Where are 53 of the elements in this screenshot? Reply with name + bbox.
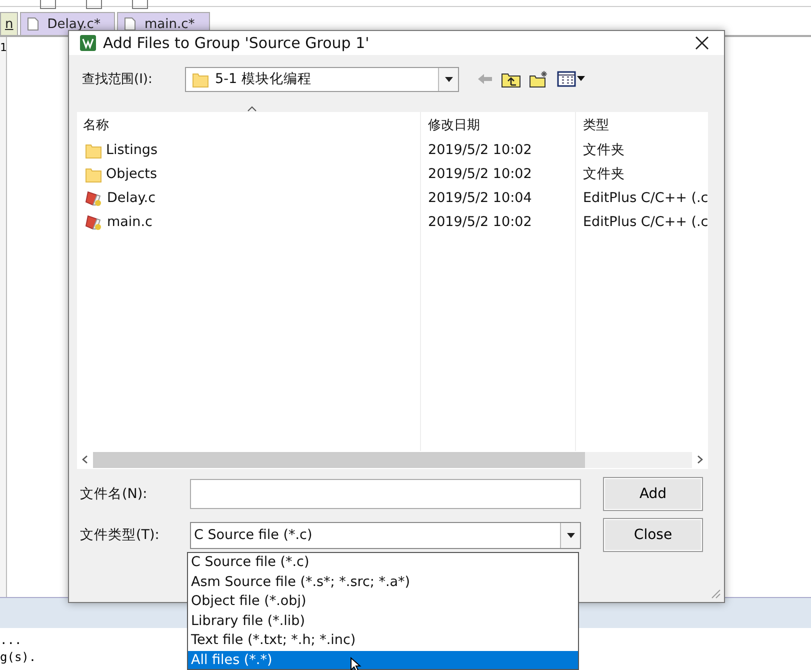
caret-icon — [444, 76, 452, 82]
document-icon — [27, 17, 40, 31]
app-icon — [79, 34, 97, 52]
file-name: Delay.c — [107, 190, 156, 206]
file-date: 2019/5/2 10:02 — [428, 166, 532, 182]
file-date: 2019/5/2 10:04 — [428, 190, 532, 206]
file-date: 2019/5/2 10:02 — [428, 142, 532, 158]
view-menu-icon[interactable] — [557, 71, 585, 87]
output-line: g(s). — [0, 650, 36, 664]
file-name: Objects — [106, 166, 158, 182]
scroll-right-icon[interactable] — [697, 454, 703, 464]
output-line: ... — [0, 633, 22, 647]
file-name: Listings — [106, 142, 158, 158]
file-row[interactable]: Listings 2019/5/2 10:02 文件夹 — [77, 138, 708, 162]
scroll-left-icon[interactable] — [82, 454, 88, 464]
dropdown-option[interactable]: Asm Source file (*.s*; *.src; *.a*) — [188, 572, 578, 592]
caret-icon — [566, 532, 574, 538]
folder-icon — [85, 166, 102, 182]
look-in-label: 查找范围(I): — [82, 71, 154, 88]
new-folder-icon[interactable] — [529, 70, 549, 88]
file-row[interactable]: main.c 2019/5/2 10:02 EditPlus C/C++ (.c — [77, 210, 708, 234]
source-file-icon — [85, 190, 103, 206]
folder-icon — [85, 142, 102, 158]
file-name-field[interactable] — [190, 479, 581, 509]
look-in-dropdown[interactable]: 5-1 模块化编程 — [185, 66, 459, 92]
dropdown-option[interactable]: Object file (*.obj) — [188, 592, 578, 612]
file-type: 文件夹 — [583, 142, 625, 158]
up-folder-icon[interactable] — [501, 70, 521, 88]
dialog-title: Add Files to Group 'Source Group 1' — [103, 34, 370, 52]
file-type-label: 文件类型(T): — [80, 526, 160, 544]
dropdown-option[interactable]: C Source file (*.c) — [188, 553, 578, 572]
file-name: main.c — [107, 214, 152, 230]
source-file-icon — [85, 214, 103, 230]
column-header[interactable]: 类型 — [583, 118, 609, 133]
column-header[interactable]: 名称 — [83, 116, 109, 134]
file-row[interactable]: Objects 2019/5/2 10:02 文件夹 — [77, 162, 708, 186]
file-type-dropdown[interactable]: C Source file (*.c) — [190, 522, 581, 548]
file-date: 2019/5/2 10:02 — [428, 214, 532, 230]
file-type: EditPlus C/C++ (.c — [583, 214, 708, 230]
line-number: 1 — [0, 41, 7, 54]
file-type: EditPlus C/C++ (.c — [583, 190, 708, 206]
dropdown-option[interactable]: Library file (*.lib) — [188, 612, 578, 631]
editor-tab[interactable]: n — [0, 12, 18, 35]
close-button[interactable]: Close — [603, 518, 703, 552]
resize-grip-icon[interactable] — [709, 587, 721, 599]
file-row[interactable]: Delay.c 2019/5/2 10:04 EditPlus C/C++ (.c — [77, 186, 708, 210]
folder-icon — [192, 70, 209, 88]
dropdown-option[interactable]: All files (*.*) — [188, 650, 578, 669]
file-type: 文件夹 — [583, 166, 625, 182]
file-name-label: 文件名(N): — [80, 485, 148, 503]
column-header[interactable]: 修改日期 — [428, 118, 480, 133]
add-button[interactable]: Add — [603, 477, 703, 511]
dropdown-option[interactable]: Text file (*.txt; *.h; *.inc) — [188, 631, 578, 650]
